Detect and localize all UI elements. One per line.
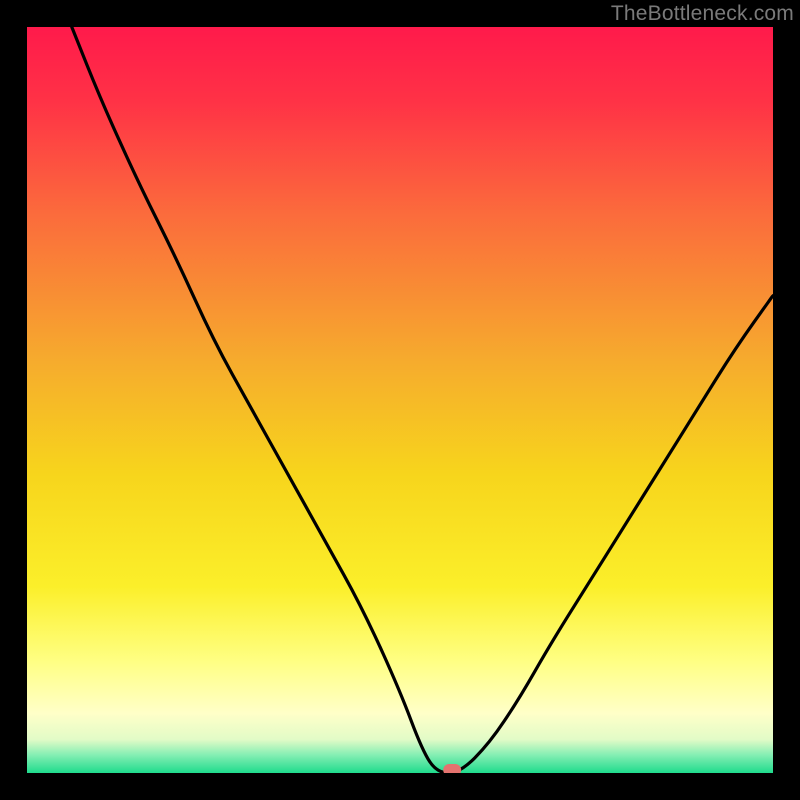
plot-area	[27, 27, 773, 773]
chart-svg	[27, 27, 773, 773]
watermark-text: TheBottleneck.com	[611, 2, 794, 26]
chart-frame: TheBottleneck.com	[0, 0, 800, 800]
optimum-marker	[443, 764, 461, 773]
gradient-background	[27, 27, 773, 773]
